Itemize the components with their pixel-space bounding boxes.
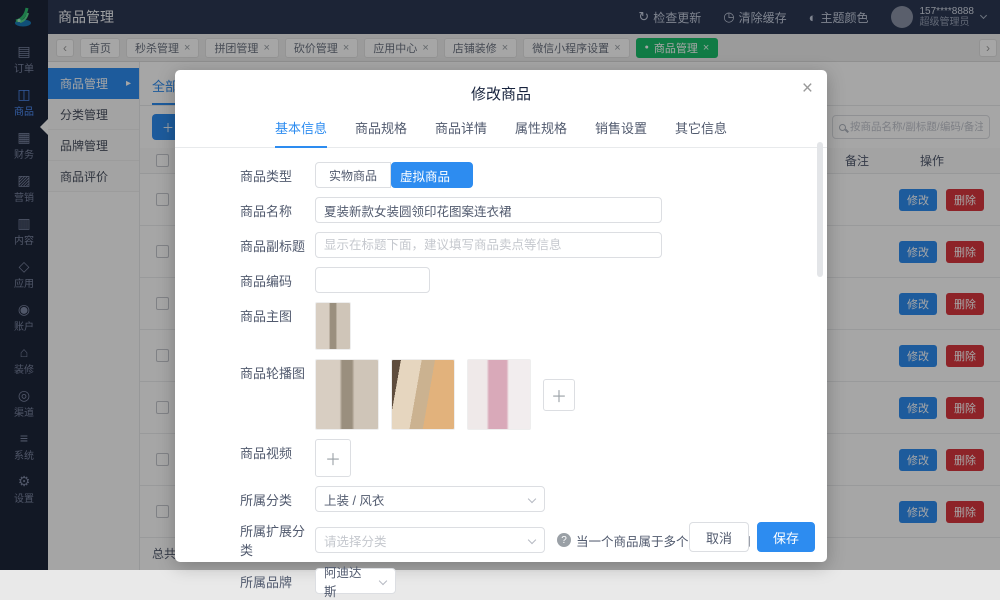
ext-category-select[interactable]: 请选择分类 xyxy=(315,527,545,553)
chevron-down-icon xyxy=(528,495,536,503)
modal-footer: 取消 保存 xyxy=(689,522,815,552)
field-product-type: 商品类型 实物商品 虚拟商品 xyxy=(240,162,797,188)
type-physical-button[interactable]: 实物商品 xyxy=(315,162,391,188)
product-code-input[interactable] xyxy=(315,267,430,293)
type-virtual-button[interactable]: 虚拟商品 xyxy=(391,162,473,188)
main-image-thumbnail[interactable] xyxy=(315,302,351,350)
field-carousel-images: 商品轮播图 ＋ xyxy=(240,359,797,430)
modal-tabs: 基本信息 商品规格 商品详情 属性规格 销售设置 其它信息 xyxy=(175,118,827,148)
tab-basic-info[interactable]: 基本信息 xyxy=(275,118,327,148)
tab-attribute-spec[interactable]: 属性规格 xyxy=(515,118,567,147)
edit-product-modal: × 修改商品 基本信息 商品规格 商品详情 属性规格 销售设置 其它信息 商品类… xyxy=(175,70,827,562)
field-product-code: 商品编码 xyxy=(240,267,797,293)
brand-select[interactable]: 阿迪达斯 xyxy=(315,568,396,594)
field-main-image: 商品主图 xyxy=(240,302,797,350)
chevron-down-icon xyxy=(528,536,536,544)
carousel-image-1[interactable] xyxy=(315,359,379,430)
chevron-down-icon xyxy=(379,577,387,585)
category-select[interactable]: 上装 / 风衣 xyxy=(315,486,545,512)
tab-sales-settings[interactable]: 销售设置 xyxy=(595,118,647,147)
tab-product-spec[interactable]: 商品规格 xyxy=(355,118,407,147)
cancel-button[interactable]: 取消 xyxy=(689,522,749,552)
product-subtitle-input[interactable] xyxy=(315,232,662,258)
field-product-video: 商品视频 ＋ xyxy=(240,439,797,477)
field-product-name: 商品名称 xyxy=(240,197,797,223)
help-icon: ? xyxy=(557,533,571,547)
field-product-subtitle: 商品副标题 xyxy=(240,232,797,258)
add-carousel-image-button[interactable]: ＋ xyxy=(543,379,575,411)
close-icon[interactable]: × xyxy=(802,78,813,100)
field-brand: 所属品牌 阿迪达斯 xyxy=(240,568,797,594)
field-category: 所属分类 上装 / 风衣 xyxy=(240,486,797,512)
tab-product-detail[interactable]: 商品详情 xyxy=(435,118,487,147)
product-name-input[interactable] xyxy=(315,197,662,223)
carousel-image-3[interactable] xyxy=(467,359,531,430)
tab-other-info[interactable]: 其它信息 xyxy=(675,118,727,147)
save-button[interactable]: 保存 xyxy=(757,522,815,552)
carousel-image-2[interactable] xyxy=(391,359,455,430)
modal-title: 修改商品 xyxy=(175,70,827,104)
add-video-button[interactable]: ＋ xyxy=(315,439,351,477)
modal-scrollbar[interactable] xyxy=(817,142,823,277)
